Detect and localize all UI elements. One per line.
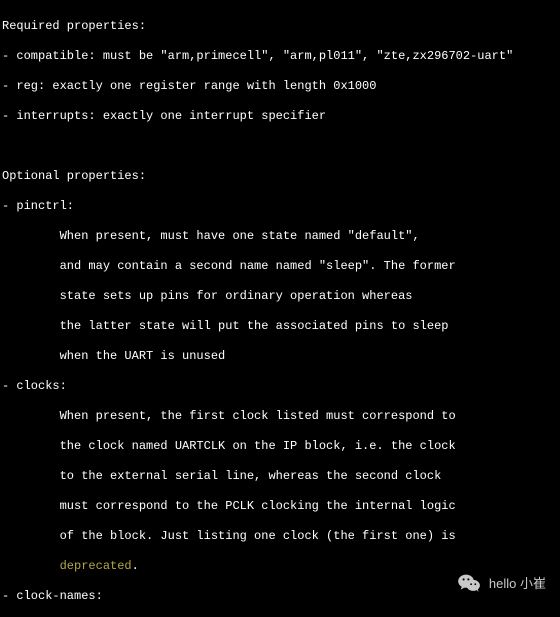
- terminal-output: Required properties: - compatible: must …: [0, 0, 560, 617]
- pinctrl-label: - pinctrl:: [2, 199, 560, 214]
- clocks-desc-6-period: .: [132, 559, 139, 573]
- required-header: Required properties:: [2, 19, 560, 34]
- pinctrl-desc-3: state sets up pins for ordinary operatio…: [2, 289, 560, 304]
- clocks-desc-4: must correspond to the PCLK clocking the…: [2, 499, 560, 514]
- watermark: hello 小崔: [457, 571, 546, 595]
- deprecated-word: deprecated: [60, 559, 132, 573]
- blank-line: [2, 139, 560, 154]
- optional-header: Optional properties:: [2, 169, 560, 184]
- watermark-text: hello 小崔: [489, 576, 546, 591]
- pinctrl-desc-5: when the UART is unused: [2, 349, 560, 364]
- clocks-desc-5: of the block. Just listing one clock (th…: [2, 529, 560, 544]
- required-reg: - reg: exactly one register range with l…: [2, 79, 560, 94]
- clocks-label: - clocks:: [2, 379, 560, 394]
- pinctrl-desc-2: and may contain a second name named "sle…: [2, 259, 560, 274]
- clocks-desc-3: to the external serial line, whereas the…: [2, 469, 560, 484]
- clocks-desc-2: the clock named UARTCLK on the IP block,…: [2, 439, 560, 454]
- required-compatible: - compatible: must be "arm,primecell", "…: [2, 49, 560, 64]
- clocks-desc-1: When present, the first clock listed mus…: [2, 409, 560, 424]
- pinctrl-desc-1: When present, must have one state named …: [2, 229, 560, 244]
- wechat-icon: [457, 571, 481, 595]
- required-interrupts: - interrupts: exactly one interrupt spec…: [2, 109, 560, 124]
- clocks-desc-6-indent: [2, 559, 60, 573]
- pinctrl-desc-4: the latter state will put the associated…: [2, 319, 560, 334]
